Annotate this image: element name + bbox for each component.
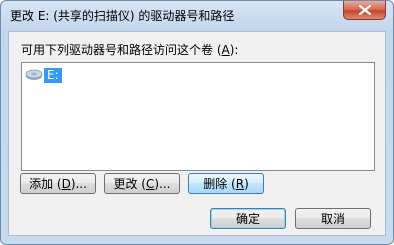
drive-path-listbox[interactable]: E: bbox=[21, 62, 375, 171]
window-title: 更改 E: (共享的扫描仪) 的驱动器号和路径 bbox=[10, 9, 235, 23]
close-icon bbox=[359, 5, 371, 15]
change-button[interactable]: 更改 (C)... bbox=[104, 173, 180, 194]
dialog-window: 更改 E: (共享的扫描仪) 的驱动器号和路径 可用下列驱动器号和路径访问这个卷… bbox=[0, 0, 394, 245]
title-bar[interactable]: 更改 E: (共享的扫描仪) 的驱动器号和路径 bbox=[1, 1, 393, 29]
ok-button[interactable]: 确定 bbox=[210, 208, 286, 229]
drive-icon bbox=[25, 69, 43, 81]
list-item[interactable]: E: bbox=[25, 67, 62, 83]
list-item-label: E: bbox=[44, 67, 62, 83]
cancel-button[interactable]: 取消 bbox=[295, 208, 371, 229]
volume-paths-label: 可用下列驱动器号和路径访问这个卷 (A): bbox=[21, 43, 239, 57]
add-button[interactable]: 添加 (D)... bbox=[20, 173, 96, 194]
close-button[interactable] bbox=[343, 1, 386, 20]
dialog-body: 可用下列驱动器号和路径访问这个卷 (A): E: 添加 (D)... 更改 (C… bbox=[8, 31, 386, 236]
remove-button[interactable]: 删除 (R) bbox=[188, 173, 264, 194]
